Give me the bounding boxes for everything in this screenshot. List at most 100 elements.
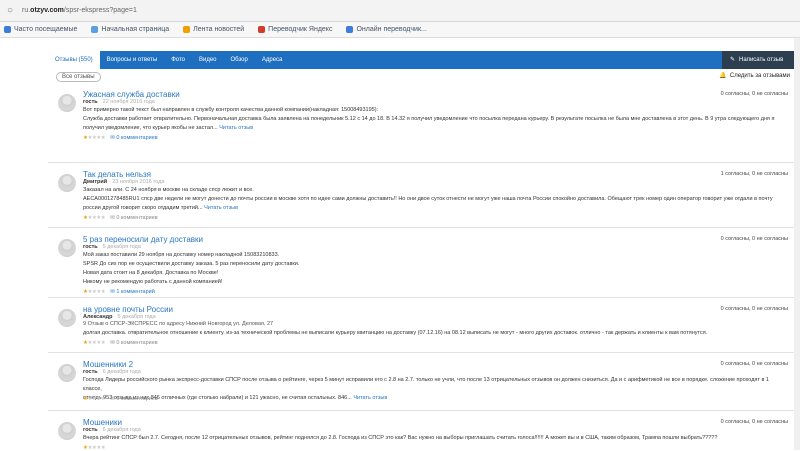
avatar	[58, 239, 76, 257]
review-body-line: получил уведомление, что курьер якобы не…	[83, 125, 254, 131]
review-votes: 0 согласны, 0 не согласны	[720, 361, 788, 367]
lock-icon: ○	[6, 5, 14, 16]
bookmark-icon	[346, 26, 354, 33]
comment-icon: ✉	[110, 215, 115, 221]
read-more-link[interactable]: Читать отзыв	[353, 395, 387, 401]
comments-link[interactable]: ✉ 0 комментариев	[110, 340, 158, 346]
review-date: 23 ноября 2016 года	[112, 179, 165, 185]
comments-link[interactable]: ✉ 1 комментарий	[110, 289, 155, 295]
review-divider	[48, 410, 800, 411]
review-meta: гость 5 декабря года	[83, 244, 141, 250]
review-date: 6 декабря года	[102, 427, 141, 433]
review-body-line: отнюдь 953 отзыва из них 846 отличных (г…	[83, 395, 388, 401]
review-body: долгая доставка. отвратительное отношени…	[83, 329, 783, 338]
url-text[interactable]: ru.otzyv.com/spsr-ekspress?page=1	[22, 7, 137, 14]
review-date: 6 декабря года	[102, 369, 141, 375]
review-body-line: Заказал на али. С 24 ноября в москве на …	[83, 187, 254, 193]
review-date: 22 ноября 2016 года	[102, 99, 155, 105]
tab-2[interactable]: Фото	[164, 51, 192, 69]
review-footer: ★★★★★ ✉ 0 комментариев	[83, 135, 158, 141]
review-body-line: AECA0001278485RU1 спср две недели не мог…	[83, 196, 773, 202]
review-author: гость	[83, 244, 98, 250]
rating-stars: ★★★★★	[83, 340, 106, 346]
review-title[interactable]: 5 раз переносили дату доставки	[83, 235, 203, 244]
review-divider	[48, 162, 800, 163]
write-review-button[interactable]: ✎ Написать отзыв	[722, 51, 800, 69]
bookmark-icon	[258, 26, 266, 33]
review-body-line: Господа Лидеры российского рынка экспрес…	[83, 377, 769, 392]
rating-stars: ★★★★★	[83, 445, 106, 451]
pencil-icon: ✎	[730, 57, 736, 63]
review-location: 9 Отзыв о СПСР-ЭКСПРЕСС по адресу Нижний…	[83, 321, 274, 327]
review-votes: 0 согласны, 0 не согласны	[720, 419, 788, 425]
review-votes: 1 согласны, 0 не согласны	[720, 171, 788, 177]
avatar	[58, 364, 76, 382]
review-title[interactable]: на уровне почты России	[83, 305, 173, 314]
review-meta: Дмитрий 23 ноября 2016 года	[83, 179, 164, 185]
review-meta: гость 6 декабря года	[83, 369, 141, 375]
comment-icon: ✉	[110, 289, 115, 295]
review-votes: 0 согласны, 0 не согласны	[720, 306, 788, 312]
review-author: гость	[83, 427, 98, 433]
comments-link[interactable]: ✉ 0 комментариев	[110, 215, 158, 221]
review-author: Дмитрий	[83, 179, 108, 185]
scrollbar[interactable]	[794, 38, 800, 450]
read-more-link[interactable]: Читать отзыв	[219, 125, 253, 131]
bookmark-item[interactable]: Лента новостей	[183, 26, 244, 33]
tab-4[interactable]: Обзор	[224, 51, 255, 69]
bookmarks-bar: Часто посещаемые Начальная страница Лента …	[0, 22, 800, 38]
avatar	[58, 422, 76, 440]
review-meta: Александр 5 декабря года	[83, 314, 156, 320]
rating-stars: ★★★★★	[83, 289, 106, 295]
bookmark-item[interactable]: Переводчик Яндекс	[258, 26, 332, 33]
review-date: 5 декабря года	[117, 314, 156, 320]
review-votes: 0 согласны, 0 не согласны	[720, 91, 788, 97]
avatar	[58, 309, 76, 327]
tab-0[interactable]: Отзывы (550)	[48, 51, 100, 69]
top-strip	[0, 38, 800, 51]
follow-reviews-button[interactable]: 🔔 Следить за отзывами	[719, 72, 790, 80]
review-body-line: долгая доставка. отвратительное отношени…	[83, 330, 708, 336]
review-body: Заказал на али. С 24 ноября в москве на …	[83, 186, 783, 213]
review-body-line: Вот примерно такой текст был направлен в…	[83, 107, 379, 113]
comment-icon: ✉	[110, 340, 115, 346]
rating-stars: ★★★★★	[83, 396, 106, 402]
avatar	[58, 94, 76, 112]
review-body-line: Новая дата стоит на 8 декабря. Доставка …	[83, 270, 219, 276]
avatar	[58, 174, 76, 192]
review-title[interactable]: Мошенники 2	[83, 360, 133, 369]
review-body-line: SPSR До сих пор не осуществили доставку …	[83, 261, 300, 267]
review-author: Александр	[83, 314, 113, 320]
review-footer: ★★★★★	[83, 445, 106, 451]
browser-address-bar[interactable]: ○ ru.otzyv.com/spsr-ekspress?page=1	[0, 0, 800, 22]
review-divider	[48, 297, 800, 298]
review-title[interactable]: Ужасная служба доставки	[83, 90, 180, 99]
review-votes: 0 согласны, 0 не согласны	[720, 236, 788, 242]
tab-5[interactable]: Адреса	[255, 51, 290, 69]
review-body-line: россии другой говорит скоро отдадим трет…	[83, 205, 239, 211]
review-title[interactable]: Так делать нельзя	[83, 170, 151, 179]
review-meta: гость 6 декабря года	[83, 427, 141, 433]
review-footer: ★★★★★ ✉ 0 комментариев	[83, 215, 158, 221]
bookmark-item[interactable]: Часто посещаемые	[4, 26, 77, 33]
bookmark-item[interactable]: Онлайн переводчик...	[346, 26, 427, 33]
review-body: Мой заказ поставили 29 ноября на доставк…	[83, 251, 783, 287]
review-title[interactable]: Мошеники	[83, 418, 122, 427]
comments-link[interactable]: ✉ 0 комментариев	[110, 135, 158, 141]
tab-1[interactable]: Вопросы и ответы	[100, 51, 165, 69]
filter-bar: Все отзывы 🔔 Следить за отзывами	[48, 71, 800, 83]
read-more-link[interactable]: Читать отзыв	[204, 205, 238, 211]
review-author: гость	[83, 99, 98, 105]
left-gutter	[0, 38, 48, 450]
all-reviews-button[interactable]: Все отзывы	[56, 72, 101, 82]
review-body: Господа Лидеры российского рынка экспрес…	[83, 376, 783, 403]
comment-icon: ✉	[110, 396, 115, 402]
tab-3[interactable]: Видео	[192, 51, 224, 69]
review-footer: ★★★★★ ✉ 0 комментариев	[83, 396, 158, 402]
review-body: Вчера рейтинг СПСР был 2.7. Сегодня, пос…	[83, 434, 783, 443]
bell-icon: 🔔	[719, 73, 727, 79]
bookmark-icon	[91, 26, 99, 33]
comments-link[interactable]: ✉ 0 комментариев	[110, 396, 158, 402]
bookmark-item[interactable]: Начальная страница	[91, 26, 169, 33]
review-body-line: Служба доставки работает отвратительно. …	[83, 116, 775, 122]
